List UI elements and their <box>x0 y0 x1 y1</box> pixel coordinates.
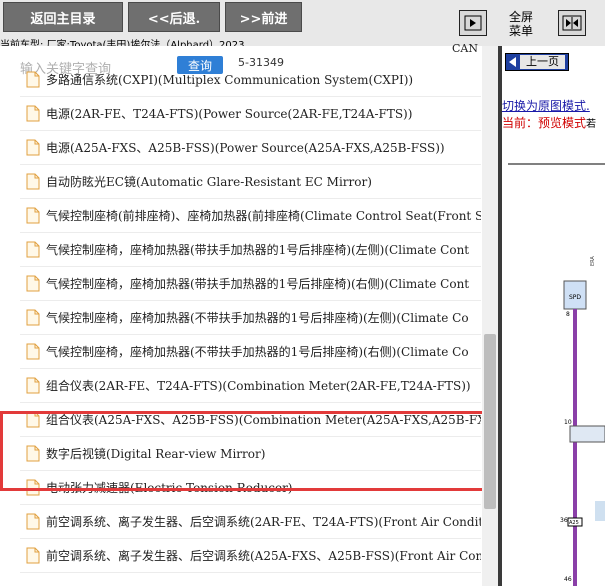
pin-d-label: 46 <box>564 576 572 583</box>
prev-page-label: 上一页 <box>520 55 565 69</box>
arrow-left-icon <box>509 57 516 67</box>
list-item[interactable]: 组合仪表(A25A-FXS、A25B-FSS)(Combination Mete… <box>20 403 481 437</box>
fullscreen-menu-label[interactable]: 全屏 菜单 <box>506 10 536 38</box>
back-button[interactable]: <<后退. <box>128 2 220 32</box>
document-icon <box>26 241 40 258</box>
list-item[interactable]: 气候控制座椅，座椅加热器(带扶手加热器的1号后排座椅)(左侧)(Climate … <box>20 233 481 267</box>
list-item[interactable]: 前空调系统、离子发生器、后空调系统(A25A-FXS、A25B-FSS)(Fro… <box>20 539 481 573</box>
list-scrollbar[interactable] <box>482 46 498 586</box>
list-item[interactable]: 电源(2AR-FE、T24A-FTS)(Power Source(2AR-FE,… <box>20 97 481 131</box>
toggle-left-panel-button[interactable] <box>459 10 487 36</box>
left-panel: 输入关键字查询 查询 5-31349 多路通信系统(CXPI)(Multiple… <box>0 46 498 586</box>
junction-box <box>569 425 605 443</box>
list-item-label: 电动张力减速器(Electric Tension Reducer) <box>46 481 293 495</box>
home-button[interactable]: 返回主目录 <box>3 2 123 32</box>
list-item-label: 前空调系统、离子发生器、后空调系统(A25A-FXS、A25B-FSS)(Fro… <box>46 549 481 563</box>
list-item-label: 前空调系统、离子发生器、后空调系统(2AR-FE、T24A-FTS)(Front… <box>46 515 481 529</box>
document-icon <box>26 479 40 496</box>
list-item[interactable]: 气候控制座椅，座椅加热器(不带扶手加热器的1号后排座椅)(左侧)(Climate… <box>20 301 481 335</box>
fullscreen-line1: 全屏 <box>508 10 533 24</box>
list-item-label: 自动防眩光EC镜(Automatic Glare-Resistant EC Mi… <box>46 175 372 189</box>
mode-text: 当前：预览模式若 <box>502 114 596 131</box>
list-item-label: 电源(A25A-FXS、A25B-FSS)(Power Source(A25A-… <box>46 141 445 155</box>
document-icon <box>26 547 40 564</box>
mode-text-suffix: 若 <box>586 119 597 130</box>
list-item-label: 组合仪表(2AR-FE、T24A-FTS)(Combination Meter(… <box>46 379 471 393</box>
document-icon <box>26 513 40 530</box>
list-item-label: 气候控制座椅，座椅加热器(带扶手加热器的1号后排座椅)(左侧)(Climate … <box>46 243 470 257</box>
pin-c-label: 36 <box>560 517 568 524</box>
list-item-label: 气候控制座椅，座椅加热器(带扶手加热器的1号后排座椅)(右侧)(Climate … <box>46 277 470 291</box>
diagram-fragment <box>595 501 605 521</box>
document-icon <box>26 207 40 224</box>
document-icon <box>26 71 40 88</box>
document-icon <box>26 139 40 156</box>
splice-label: A25 <box>569 520 579 526</box>
list-item[interactable]: 气候控制座椅，座椅加热器(带扶手加热器的1号后排座椅)(右侧)(Climate … <box>20 267 481 301</box>
prev-page-button[interactable]: 上一页 <box>505 53 569 71</box>
split-arrows-icon <box>562 15 582 31</box>
right-panel: 上一页 切换为原图模式. 当前：预览模式若 SPD ERA 8 10 A25 3… <box>502 46 605 586</box>
list-item[interactable]: 前空调系统、离子发生器、后空调系统(2AR-FE、T24A-FTS)(Front… <box>20 505 481 539</box>
switch-original-mode-link[interactable]: 切换为原图模式. <box>502 97 590 114</box>
list-item[interactable]: 多路通信系统(CXPI)(Multiplex Communication Sys… <box>20 63 481 97</box>
list-item-label: 气候控制座椅，座椅加热器(不带扶手加热器的1号后排座椅)(右侧)(Climate… <box>46 345 469 359</box>
document-icon <box>26 445 40 462</box>
wiring-diagram: SPD ERA 8 10 A25 36 46 <box>508 163 605 586</box>
document-icon <box>26 411 40 428</box>
list-item[interactable]: 组合仪表(2AR-FE、T24A-FTS)(Combination Meter(… <box>20 369 481 403</box>
list-item-label: 气候控制座椅(前排座椅)、座椅加热器(前排座椅(Climate Control … <box>46 209 481 223</box>
list-item[interactable]: 气候控制座椅(前排座椅)、座椅加热器(前排座椅(Climate Control … <box>20 199 481 233</box>
list-item-label: 电源(2AR-FE、T24A-FTS)(Power Source(2AR-FE,… <box>46 107 413 121</box>
document-icon <box>26 275 40 292</box>
document-icon <box>26 377 40 394</box>
document-icon <box>26 173 40 190</box>
panel-arrow-right-icon <box>464 15 482 31</box>
list-item[interactable]: 电动张力减速器(Electric Tension Reducer) <box>20 471 481 505</box>
list-item-label: 组合仪表(A25A-FXS、A25B-FSS)(Combination Mete… <box>46 413 481 427</box>
top-toolbar: 返回主目录 <<后退. >>前进 全屏 菜单 当前车型: 厂家:Toyota(丰… <box>0 0 605 51</box>
list-item[interactable]: 电源(A25A-FXS、A25B-FSS)(Power Source(A25A-… <box>20 131 481 165</box>
document-icon <box>26 309 40 326</box>
list-item[interactable]: 自动防眩光EC镜(Automatic Glare-Resistant EC Mi… <box>20 165 481 199</box>
list-item[interactable]: 气候控制座椅，座椅加热器(不带扶手加热器的1号后排座椅)(右侧)(Climate… <box>20 335 481 369</box>
connector-label: SPD <box>569 294 581 301</box>
fullscreen-line2: 菜单 <box>508 24 533 38</box>
pin-b-label: 10 <box>564 419 572 426</box>
document-icon <box>26 105 40 122</box>
mode-text-main: 当前：预览模式 <box>502 116 587 130</box>
scroll-thumb[interactable] <box>484 334 496 509</box>
forward-button[interactable]: >>前进 <box>225 2 302 32</box>
list-item-label: 气候控制座椅，座椅加热器(不带扶手加热器的1号后排座椅)(左侧)(Climate… <box>46 311 469 325</box>
list-item[interactable]: 数字后视镜(Digital Rear-view Mirror) <box>20 437 481 471</box>
list-item-label: 多路通信系统(CXPI)(Multiplex Communication Sys… <box>46 73 414 87</box>
can-label: CAN <box>452 42 478 55</box>
pin-a-label: 8 <box>566 311 570 318</box>
document-icon <box>26 343 40 360</box>
list-item-label: 数字后视镜(Digital Rear-view Mirror) <box>46 447 266 461</box>
diagram-side-label: ERA <box>590 256 596 266</box>
split-view-button[interactable] <box>558 10 586 36</box>
document-list: 多路通信系统(CXPI)(Multiplex Communication Sys… <box>20 63 481 573</box>
